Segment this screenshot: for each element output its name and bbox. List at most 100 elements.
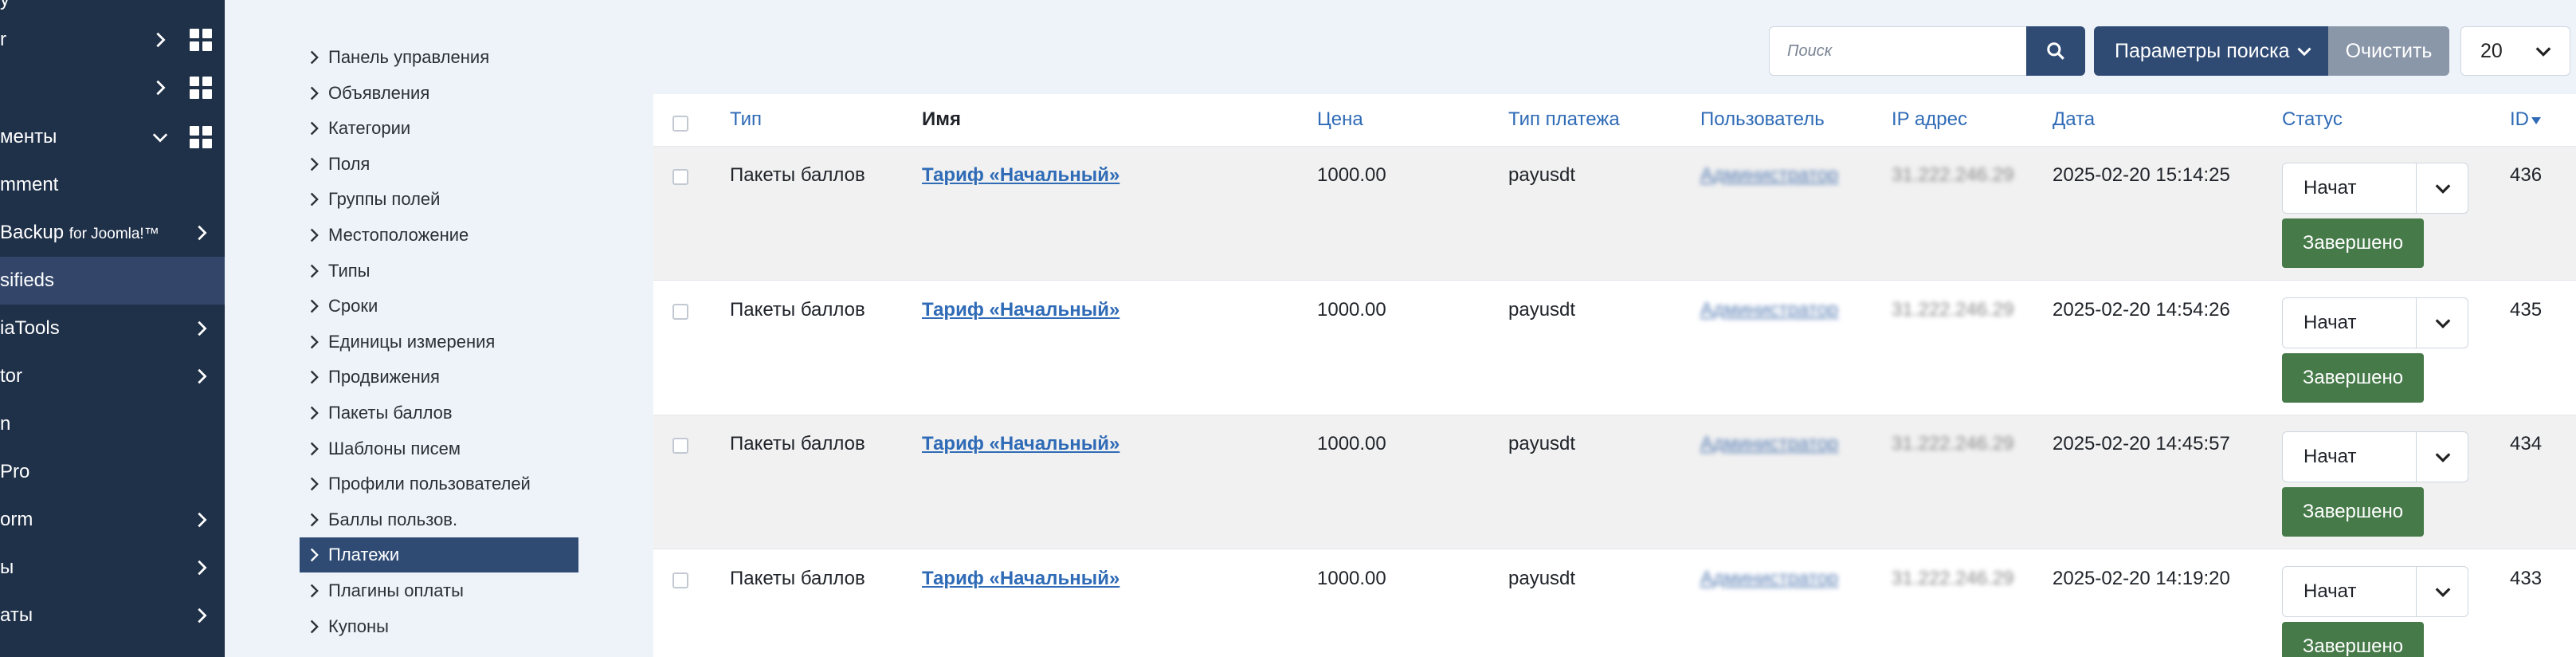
admin-menu-item[interactable]: Backup for Joomla!™: [0, 209, 225, 257]
chevron-right-icon: [310, 335, 319, 349]
admin-menu-item[interactable]: n: [0, 400, 225, 448]
column-header-ip[interactable]: IP адрес: [1892, 108, 1967, 131]
admin-menu-item[interactable]: аты: [0, 592, 225, 639]
cell-name-link[interactable]: Тариф «Начальный»: [922, 164, 1119, 187]
admin-menu-item[interactable]: [0, 64, 225, 112]
submenu-item-label: Сроки: [328, 296, 378, 317]
submenu-item[interactable]: Пакеты баллов: [300, 395, 578, 431]
column-header-type[interactable]: Тип: [730, 108, 762, 131]
complete-button[interactable]: Завершено: [2282, 621, 2424, 657]
cell-name-link[interactable]: Тариф «Начальный»: [922, 433, 1119, 455]
complete-label: Завершено: [2302, 501, 2404, 522]
row-checkbox[interactable]: [672, 169, 688, 185]
column-header-name[interactable]: Имя: [922, 108, 961, 131]
chevron-right-icon: [198, 512, 207, 528]
chevron-right-icon: [198, 560, 207, 576]
chevron-down-icon: [2435, 453, 2451, 462]
submenu-item[interactable]: Категории: [300, 111, 578, 146]
dashboard-grid-icon[interactable]: [190, 77, 212, 99]
cell-ip: 31.222.246.29: [1892, 433, 2014, 454]
status-select[interactable]: Начат: [2282, 163, 2468, 214]
admin-menu-label: Backup for Joomla!™: [0, 222, 159, 243]
clear-button[interactable]: Очистить: [2328, 26, 2449, 76]
submenu-item[interactable]: Панель управления: [300, 40, 578, 75]
submenu-item[interactable]: Баллы пользов.: [300, 502, 578, 537]
submenu-item[interactable]: Платежи: [300, 537, 578, 573]
cell-user-link[interactable]: Администратор: [1700, 299, 1838, 321]
column-header-price[interactable]: Цена: [1317, 108, 1363, 131]
search-button[interactable]: [2026, 26, 2085, 76]
complete-button[interactable]: Завершено: [2282, 352, 2424, 403]
cell-name-link[interactable]: Тариф «Начальный»: [922, 568, 1119, 590]
list-limit-select[interactable]: 20: [2460, 26, 2570, 76]
admin-menu-label: iaTools: [0, 317, 60, 339]
cell-name-link[interactable]: Тариф «Начальный»: [922, 299, 1119, 321]
cell-date: 2025-02-20 15:14:25: [2053, 164, 2230, 186]
submenu-item-label: Поля: [328, 153, 371, 174]
column-header-status[interactable]: Статус: [2282, 108, 2343, 131]
submenu-item[interactable]: Плагины оплаты: [300, 573, 578, 608]
search-params-button[interactable]: Параметры поиска: [2094, 26, 2328, 76]
select-divider: [2416, 432, 2417, 482]
column-header-date[interactable]: Дата: [2053, 108, 2095, 131]
status-select[interactable]: Начат: [2282, 297, 2468, 348]
submenu-item-label: Плагины оплаты: [328, 580, 464, 600]
select-all-checkbox[interactable]: [672, 116, 688, 132]
admin-menu-item[interactable]: r: [0, 16, 225, 64]
submenu-item[interactable]: Группы полей: [300, 182, 578, 217]
cell-ip: 31.222.246.29: [1892, 567, 2014, 589]
submenu-item[interactable]: Продвижения: [300, 360, 578, 395]
chevron-right-icon: [310, 371, 319, 384]
app-window: у r менты mment Backup for Joomla!™ sifi…: [0, 0, 2576, 657]
admin-menu-item[interactable]: orm: [0, 496, 225, 544]
column-header-id[interactable]: ID: [2510, 108, 2542, 131]
admin-menu-item[interactable]: mment: [0, 161, 225, 209]
admin-menu-item[interactable]: tor: [0, 352, 225, 400]
admin-menu-item[interactable]: менты: [0, 113, 225, 161]
submenu-item[interactable]: Поля: [300, 147, 578, 182]
admin-menu-label: у: [0, 0, 10, 11]
admin-menu-label: tor: [0, 365, 23, 387]
admin-menu-item[interactable]: ы: [0, 544, 225, 592]
cell-user-link[interactable]: Администратор: [1700, 433, 1838, 455]
row-checkbox[interactable]: [672, 572, 688, 588]
table-row: Пакеты баллов Тариф «Начальный» 1000.00 pay…: [653, 281, 2576, 415]
cell-price: 1000.00: [1317, 164, 1386, 186]
cell-type: Пакеты баллов: [730, 567, 865, 589]
submenu-item[interactable]: Единицы измерения: [300, 325, 578, 360]
dashboard-grid-icon[interactable]: [190, 29, 212, 51]
column-header-payment-type[interactable]: Тип платежа: [1508, 108, 1620, 131]
complete-label: Завершено: [2302, 232, 2404, 254]
admin-menu-item-active[interactable]: sifieds: [0, 257, 225, 305]
status-select[interactable]: Начат: [2282, 565, 2468, 617]
cell-user-link[interactable]: Администратор: [1700, 568, 1838, 590]
search-input[interactable]: Поиск: [1769, 26, 2027, 76]
complete-button[interactable]: Завершено: [2282, 487, 2424, 537]
select-divider: [2416, 566, 2417, 616]
chevron-down-icon: [2435, 587, 2451, 597]
dashboard-grid-icon[interactable]: [190, 126, 212, 148]
cell-payment-type: payusdt: [1508, 298, 1576, 321]
row-checkbox[interactable]: [672, 438, 688, 454]
search-placeholder: Поиск: [1787, 41, 1833, 60]
submenu-item[interactable]: Местоположение: [300, 218, 578, 253]
submenu-item[interactable]: Профили пользователей: [300, 466, 578, 502]
admin-menu-label: mment: [0, 174, 59, 195]
column-header-user[interactable]: Пользователь: [1700, 108, 1825, 131]
submenu-item[interactable]: Шаблоны писем: [300, 431, 578, 466]
chevron-right-icon: [310, 620, 319, 633]
admin-menu-item[interactable]: iaTools: [0, 305, 225, 352]
complete-button[interactable]: Завершено: [2282, 218, 2424, 268]
cell-ip: 31.222.246.29: [1892, 164, 2014, 186]
admin-menu-item[interactable]: Pro: [0, 448, 225, 496]
chevron-right-icon: [310, 193, 319, 207]
submenu-item[interactable]: Типы: [300, 254, 578, 289]
cell-user-link[interactable]: Администратор: [1700, 164, 1838, 187]
status-select[interactable]: Начат: [2282, 431, 2468, 482]
submenu-item[interactable]: Объявления: [300, 76, 578, 111]
row-checkbox[interactable]: [672, 303, 688, 320]
submenu-item[interactable]: Купоны: [300, 609, 578, 644]
cell-date: 2025-02-20 14:45:57: [2053, 433, 2230, 454]
submenu-item[interactable]: Сроки: [300, 289, 578, 324]
status-value: Начат: [2304, 311, 2357, 333]
